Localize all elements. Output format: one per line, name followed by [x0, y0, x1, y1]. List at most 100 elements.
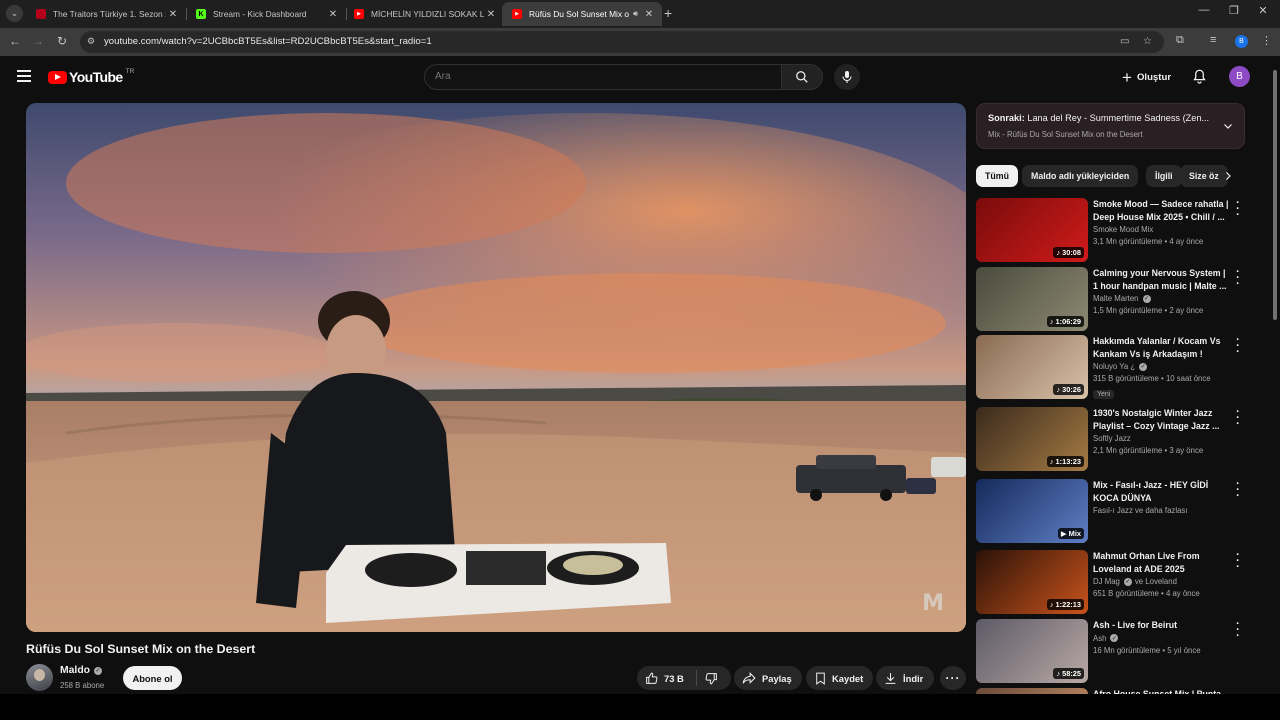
video-title[interactable]: Ash - Live for Beirut [1093, 619, 1231, 632]
browser-tab-strip: ⌄ The Traitors Türkiye 1. Sezon 1... ✕ K… [0, 0, 1280, 28]
notifications-bell-icon[interactable] [1192, 68, 1207, 90]
save-button[interactable]: Kaydet [806, 666, 874, 690]
recommendation-card[interactable]: ♪ 1:13:23 1930's Nostalgic Winter Jazz Pl… [976, 407, 1244, 471]
chip-for-you[interactable]: Size öz [1180, 165, 1228, 187]
recommendation-card[interactable]: ▶ Mix Mix - Fasıl-ı Jazz - HEY GİDİ KOCA … [976, 479, 1244, 543]
video-title[interactable]: 1930's Nostalgic Winter Jazz Playlist – … [1093, 407, 1231, 432]
forward-icon[interactable]: → [30, 34, 46, 48]
close-window-icon[interactable]: ✕ [1248, 4, 1278, 17]
duration-badge: ♪ 58:25 [1053, 668, 1084, 679]
reload-icon[interactable]: ↻ [54, 34, 70, 48]
url-text[interactable]: youtube.com/watch?v=2UCBbcBT5Es&list=RD2… [104, 36, 432, 47]
recommendation-card[interactable]: ♪ 58:25 Ash - Live for Beirut Ash ✓ 16 Mn gö… [976, 619, 1244, 683]
speaker-icon[interactable]: 🔊︎ [633, 9, 638, 19]
recommendation-card[interactable]: ♪ 30:26 Hakkımda Yalanlar / Kocam Vs Kank… [976, 335, 1244, 400]
back-icon[interactable]: ← [7, 34, 23, 48]
duration-text: 58:25 [1062, 669, 1081, 678]
video-thumbnail[interactable]: ♪ 58:25 [976, 619, 1088, 683]
channel-name[interactable]: Noluyo Ya ¿ [1093, 362, 1135, 371]
share-button[interactable]: Paylaş [734, 666, 802, 690]
video-title[interactable]: Smoke Mood — Sadece rahatla | Deep House… [1093, 198, 1231, 223]
subscribe-button[interactable]: Abone ol [123, 666, 182, 690]
chip-related[interactable]: İlgili [1146, 165, 1182, 187]
video-title[interactable]: Mahmut Orhan Live From Loveland at ADE 2… [1093, 550, 1231, 575]
more-options-icon[interactable]: · · · [1234, 619, 1242, 642]
video-thumbnail[interactable]: ♪ 30:08 [976, 198, 1088, 262]
create-button[interactable]: + Oluştur [1114, 64, 1183, 90]
channel-name[interactable]: Fasıl-ı Jazz ve daha fazlası [1093, 506, 1187, 515]
video-title[interactable]: Hakkımda Yalanlar / Kocam Vs Kankam Vs i… [1093, 335, 1231, 360]
download-button[interactable]: İndir [876, 666, 935, 690]
restore-icon[interactable]: ❐ [1219, 4, 1249, 17]
search-button[interactable] [781, 64, 823, 90]
media-control-icon[interactable]: ≡ [1210, 34, 1216, 46]
video-thumbnail[interactable]: ♪ 30:26 [976, 335, 1088, 399]
menu-icon[interactable] [17, 70, 31, 82]
more-options-icon[interactable]: · · · [1234, 198, 1242, 221]
browser-tab-2[interactable]: K Stream - Kick Dashboard ✕ [186, 2, 347, 26]
channel-suffix[interactable]: ve Loveland [1135, 577, 1177, 586]
account-avatar[interactable]: B [1229, 66, 1250, 87]
video-title[interactable]: Mix - Fasıl-ı Jazz - HEY GİDİ KOCA DÜNYA [1093, 479, 1231, 504]
chevron-right-icon[interactable] [1222, 170, 1234, 182]
more-options-icon[interactable]: · · · [1234, 267, 1242, 290]
more-actions-icon[interactable]: ··· [940, 666, 966, 690]
search-input[interactable] [435, 71, 755, 82]
channel-watermark[interactable]: M [922, 591, 944, 616]
channel-name[interactable]: Malte Marten [1093, 294, 1139, 303]
recommendation-card[interactable]: ♪ 30:08 Smoke Mood — Sadece rahatla | Dee… [976, 198, 1244, 262]
video-meta: 315 B görüntüleme • 10 saat önce [1093, 374, 1211, 384]
channel-avatar[interactable] [26, 664, 53, 691]
close-tab-icon[interactable]: ✕ [484, 9, 498, 20]
more-options-icon[interactable]: · · · [1234, 407, 1242, 430]
cast-icon[interactable]: ▭ [1120, 36, 1129, 47]
close-tab-icon[interactable]: ✕ [326, 9, 340, 20]
video-thumbnail[interactable]: ▶ Mix [976, 479, 1088, 543]
chip-from-uploader[interactable]: Maldo adlı yükleyiciden [1022, 165, 1139, 187]
browser-tab-1[interactable]: The Traitors Türkiye 1. Sezon 1... ✕ [26, 2, 187, 26]
channel-name[interactable]: Softly Jazz [1093, 434, 1131, 443]
address-bar[interactable]: ⚙︎ youtube.com/watch?v=2UCBbcBT5Es&list=… [80, 31, 1164, 53]
playlist-up-next[interactable]: Sonraki: Lana del Rey - Summertime Sadne… [976, 103, 1245, 149]
voice-search-button[interactable] [834, 64, 860, 90]
recommendation-card[interactable]: ♪ 1:06:29 Calming your Nervous System | 1… [976, 267, 1244, 331]
channel-name[interactable]: Maldo ✓ [60, 665, 103, 676]
channel-name[interactable]: Ash [1093, 634, 1106, 643]
close-tab-icon[interactable]: ✕ [166, 9, 180, 20]
new-tab-icon[interactable]: + [664, 5, 672, 21]
chip-all[interactable]: Tümü [976, 165, 1018, 187]
more-options-icon[interactable]: · · · [1234, 479, 1242, 502]
channel-name[interactable]: Smoke Mood Mix [1093, 225, 1153, 234]
video-thumbnail[interactable]: ♪ 1:22:13 [976, 550, 1088, 614]
more-options-icon[interactable]: · · · [1234, 335, 1242, 358]
scrollbar-thumb[interactable] [1273, 70, 1277, 320]
dislike-button[interactable] [697, 672, 718, 685]
chrome-menu-icon[interactable]: ⋮ [1261, 34, 1272, 47]
verified-icon: ✓ [1142, 294, 1151, 303]
browser-tab-4[interactable]: ▶ Rüfüs Du Sol Sunset Mix on th... 🔊︎ ✕ [502, 2, 662, 26]
recommendation-card[interactable]: ♪ 1:22:13 Mahmut Orhan Live From Loveland… [976, 550, 1244, 614]
site-info-icon[interactable]: ⚙︎ [87, 36, 95, 47]
bookmark-star-icon[interactable]: ☆ [1143, 36, 1152, 47]
duration-text: 30:26 [1062, 385, 1081, 394]
tab-title: Rüfüs Du Sol Sunset Mix on th... [529, 9, 629, 19]
channel-name[interactable]: DJ Mag [1093, 577, 1120, 586]
channel-name-text[interactable]: Maldo [60, 665, 90, 676]
tab-title: The Traitors Türkiye 1. Sezon 1... [53, 9, 166, 19]
tab-search-icon[interactable]: ⌄ [6, 5, 23, 22]
youtube-logo[interactable]: YouTube TR [48, 68, 134, 85]
video-thumbnail[interactable]: ♪ 1:06:29 [976, 267, 1088, 331]
more-options-icon[interactable]: · · · [1234, 550, 1242, 573]
video-title[interactable]: Calming your Nervous System | 1 hour han… [1093, 267, 1231, 292]
chevron-down-icon[interactable] [1222, 120, 1234, 132]
video-player[interactable]: M [26, 103, 966, 632]
profile-avatar-icon[interactable]: B [1235, 35, 1248, 48]
like-button[interactable]: 73 B [637, 670, 697, 686]
video-thumbnail[interactable]: ♪ 1:13:23 [976, 407, 1088, 471]
search-box[interactable] [424, 64, 782, 90]
extensions-icon[interactable]: ⧉ [1176, 34, 1184, 47]
minimize-icon[interactable]: — [1189, 4, 1219, 16]
close-tab-icon[interactable]: ✕ [642, 9, 656, 20]
page-scrollbar[interactable] [1272, 70, 1278, 690]
browser-tab-3[interactable]: ▶ MİCHELİN YILDIZLI SOKAK LEZZ... ✕ [344, 2, 504, 26]
